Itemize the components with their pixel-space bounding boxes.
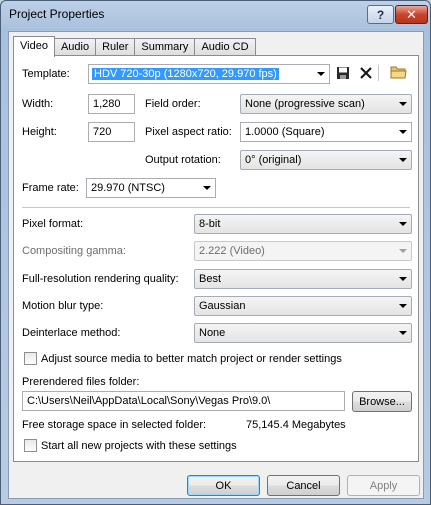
section-divider — [22, 207, 410, 208]
adjust-source-label[interactable]: Adjust source media to better match proj… — [41, 353, 342, 365]
chevron-down-icon — [399, 304, 407, 308]
tab-strip: Video Audio Ruler Summary Audio CD — [13, 36, 256, 57]
tab-ruler[interactable]: Ruler — [95, 38, 135, 56]
free-space-value: 75,145.4 Megabytes — [246, 419, 346, 431]
free-space-label: Free storage space in selected folder: — [22, 419, 207, 431]
chevron-down-icon — [399, 249, 407, 253]
field-order-value: None (progressive scan) — [245, 98, 365, 110]
pixel-aspect-label: Pixel aspect ratio: — [145, 126, 232, 138]
height-label: Height: — [22, 126, 57, 138]
output-rotation-dropdown[interactable]: 0° (original) — [240, 150, 412, 170]
render-quality-label: Full-resolution rendering quality: — [22, 273, 179, 285]
pixel-format-dropdown[interactable]: 8-bit — [194, 214, 412, 234]
motion-blur-value: Gaussian — [199, 300, 246, 312]
height-input[interactable]: 720 — [88, 122, 135, 142]
chevron-down-icon — [399, 130, 407, 134]
frame-rate-dropdown[interactable]: 29.970 (NTSC) — [86, 178, 216, 198]
template-label: Template: — [22, 68, 70, 80]
pixel-format-value: 8-bit — [199, 218, 221, 230]
deinterlace-dropdown[interactable]: None — [194, 323, 412, 343]
chevron-down-icon — [203, 186, 211, 190]
pixel-aspect-value: 1.0000 (Square) — [245, 126, 325, 138]
output-rotation-label: Output rotation: — [145, 154, 221, 166]
compositing-gamma-value: 2.222 (Video) — [199, 245, 265, 257]
motion-blur-dropdown[interactable]: Gaussian — [194, 296, 412, 316]
tab-video[interactable]: Video — [13, 36, 55, 57]
video-tab-panel: Template: HDV 720-30p (1280x720, 29.970 … — [13, 55, 419, 462]
start-all-label[interactable]: Start all new projects with these settin… — [41, 440, 237, 452]
prerendered-label: Prerendered files folder: — [22, 376, 140, 388]
chevron-down-icon — [399, 158, 407, 162]
window-title: Project Properties — [9, 7, 105, 21]
tab-audio[interactable]: Audio — [54, 38, 96, 56]
apply-button[interactable]: Apply — [347, 475, 420, 496]
render-quality-dropdown[interactable]: Best — [194, 269, 412, 289]
render-quality-value: Best — [199, 273, 222, 285]
deinterlace-label: Deinterlace method: — [22, 327, 121, 339]
prerendered-folder-input[interactable]: C:\Users\Neil\AppData\Local\Sony\Vegas P… — [22, 391, 345, 411]
delete-icon[interactable] — [360, 67, 372, 79]
folder-icon[interactable] — [390, 65, 407, 79]
tab-audio-cd[interactable]: Audio CD — [194, 38, 256, 56]
width-input[interactable]: 1,280 — [88, 94, 135, 114]
chevron-down-icon — [399, 331, 407, 335]
start-all-checkbox[interactable] — [24, 439, 37, 452]
template-value: HDV 720-30p (1280x720, 29.970 fps) — [92, 68, 279, 80]
width-label: Width: — [22, 98, 54, 110]
title-bar[interactable]: Project Properties ? ✕ — [1, 1, 430, 29]
cancel-button[interactable]: Cancel — [267, 475, 340, 496]
pixel-aspect-dropdown[interactable]: 1.0000 (Square) — [240, 122, 412, 142]
field-order-label: Field order: — [145, 98, 201, 110]
template-dropdown[interactable]: HDV 720-30p (1280x720, 29.970 fps) — [88, 64, 330, 84]
field-order-dropdown[interactable]: None (progressive scan) — [240, 94, 412, 114]
project-properties-window: Project Properties ? ✕ Video Audio Ruler… — [0, 0, 431, 505]
compositing-gamma-label: Compositing gamma: — [22, 245, 126, 257]
tab-summary[interactable]: Summary — [134, 38, 195, 56]
chevron-down-icon — [399, 222, 407, 226]
output-rotation-value: 0° (original) — [245, 154, 302, 166]
ok-button[interactable]: OK — [187, 475, 260, 496]
toolbar-divider — [378, 65, 379, 81]
adjust-source-checkbox[interactable] — [24, 352, 37, 365]
chevron-down-icon — [317, 72, 325, 76]
dialog-client: Video Audio Ruler Summary Audio CD Templ… — [8, 31, 424, 499]
compositing-gamma-dropdown: 2.222 (Video) — [194, 241, 412, 261]
motion-blur-label: Motion blur type: — [22, 300, 104, 312]
pixel-format-label: Pixel format: — [22, 218, 84, 230]
deinterlace-value: None — [199, 327, 226, 339]
browse-button[interactable]: Browse... — [352, 391, 412, 412]
chevron-down-icon — [399, 277, 407, 281]
frame-rate-label: Frame rate: — [22, 182, 79, 194]
frame-rate-value: 29.970 (NTSC) — [91, 182, 165, 194]
save-icon[interactable] — [336, 66, 350, 80]
help-button[interactable]: ? — [367, 5, 394, 24]
chevron-down-icon — [399, 102, 407, 106]
close-button[interactable]: ✕ — [395, 5, 428, 24]
